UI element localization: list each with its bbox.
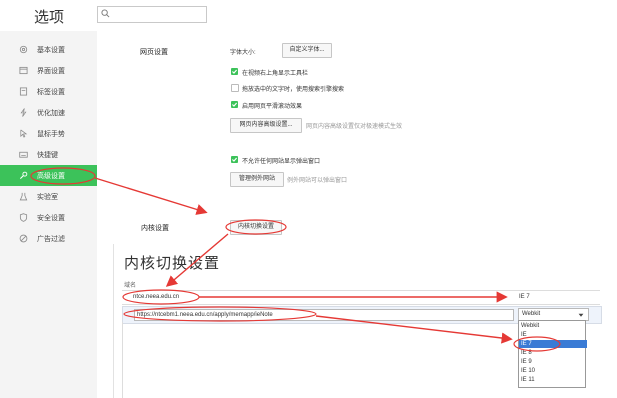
sidebar-item-mouse-gesture[interactable]: 鼠标手势 [0,123,97,144]
search-drag-checkbox[interactable] [231,84,239,92]
popup-block-checkbox[interactable] [231,156,238,163]
row1-mode: IE 7 [519,294,530,300]
smooth-scroll-checkbox[interactable] [231,101,238,108]
sidebar: 基本设置 界面设置 标签设置 优化加速 鼠标手势 快捷键 高级设置 实验室 安全… [0,31,97,398]
search-icon [101,9,110,18]
lightning-icon [20,108,27,117]
kernel-settings-label: 内核设置 [141,225,169,232]
dropdown-option-ie11[interactable]: IE 11 [519,376,587,384]
search-input[interactable] [97,6,207,23]
gear-icon [19,45,28,54]
sidebar-item-label: 安全设置 [37,215,65,222]
sidebar-item-shortcuts[interactable]: 快捷键 [0,144,97,165]
popup-block-option-label: 不允许任何网站显示弹出窗口 [242,159,321,165]
font-size-label: 字体大小: [230,50,256,56]
dropdown-option-ie9[interactable]: IE 9 [519,358,587,366]
chevron-down-icon [578,313,584,317]
kernel-dropdown-list: Webkit IE IE 7 IE 8 IE 9 IE 10 IE 11 [518,320,587,388]
window-icon [19,66,28,75]
url-input[interactable]: https://ntcebm1.neea.edu.cn/apply/memapp… [134,309,514,321]
dropdown-option-ie[interactable]: IE [519,331,587,339]
mouse-icon [20,129,28,138]
sidebar-item-label: 广告过滤 [37,236,65,243]
manage-exceptions-button[interactable]: 管理例外网站 [230,172,284,187]
shield-icon [19,213,28,222]
sidebar-item-label: 标签设置 [37,89,65,96]
dropdown-option-ie8[interactable]: IE 8 [519,349,587,357]
sidebar-item-tabs[interactable]: 标签设置 [0,81,97,102]
tag-icon [19,87,28,96]
sidebar-item-lab[interactable]: 实验室 [0,186,97,207]
content-advanced-button[interactable]: 网页内容高级设置... [230,118,302,133]
domain-column-header: 域名 [124,283,137,289]
sidebar-item-label: 高级设置 [37,173,65,180]
exceptions-hint: 例外网站可以弹出窗口 [287,178,348,184]
table-divider [122,322,123,398]
sidebar-item-interface[interactable]: 界面设置 [0,60,97,81]
smooth-scroll-option-label: 启用网页平滑滚动效果 [242,104,303,110]
sidebar-item-basic[interactable]: 基本设置 [0,39,97,60]
web-settings-label: 网页设置 [140,49,168,56]
sidebar-item-label: 基本设置 [37,47,65,54]
window-title: 选项 [34,9,65,26]
sidebar-item-label: 快捷键 [37,152,58,159]
sidebar-item-label: 鼠标手势 [37,131,65,138]
custom-font-button[interactable]: 自定义字体... [282,43,332,58]
sidebar-item-label: 优化加速 [37,110,65,117]
sidebar-item-speed[interactable]: 优化加速 [0,102,97,123]
keyboard-icon [19,151,28,158]
flask-icon [19,192,28,201]
toolbar-option-label: 在视频右上角显示工具栏 [242,71,309,77]
kernel-panel-title: 内核切换设置 [124,255,221,272]
content-advanced-hint: 网页内容高级设置仅对极速模式生效 [306,124,403,130]
toolbar-checkbox[interactable] [231,68,238,75]
search-drag-option-label: 拖放选中的文字时，使用搜索引擎搜索 [242,87,345,93]
annotation-arrow [94,177,208,215]
dropdown-option-ie7[interactable]: IE 7 [519,340,587,348]
dropdown-option-webkit[interactable]: Webkit [519,322,587,330]
panel-divider [113,244,114,398]
block-icon [19,234,28,243]
sidebar-item-ad-filter[interactable]: 广告过滤 [0,228,97,249]
wrench-icon [19,171,28,180]
sidebar-item-advanced[interactable]: 高级设置 [0,165,97,186]
dropdown-option-ie10[interactable]: IE 10 [519,367,587,375]
kernel-switch-button[interactable]: 内核切换设置 [230,220,282,235]
row1-domain: ntce.neea.edu.cn [133,294,180,300]
sidebar-item-security[interactable]: 安全设置 [0,207,97,228]
sidebar-item-label: 界面设置 [37,68,65,75]
kernel-select-value: Webkit [522,311,541,317]
sidebar-item-label: 实验室 [37,194,58,201]
